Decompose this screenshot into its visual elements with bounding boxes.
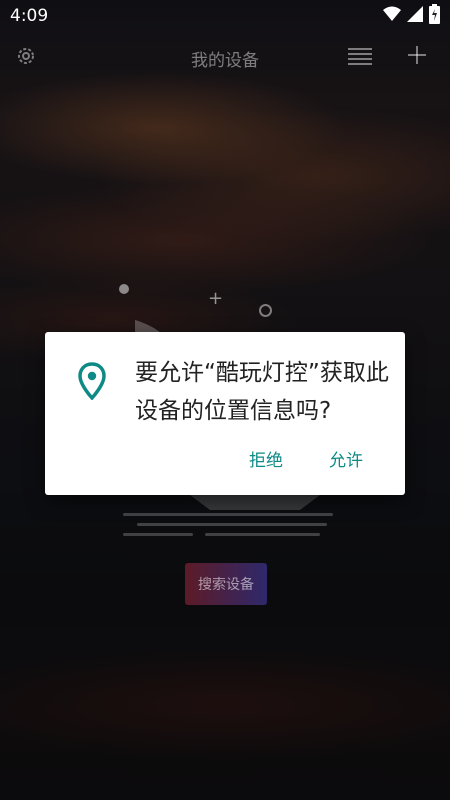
decor-line — [123, 513, 333, 516]
search-devices-button[interactable]: 搜索设备 — [185, 563, 267, 605]
page-title: 我的设备 — [191, 51, 259, 71]
decor-line — [205, 533, 320, 536]
location-pin-icon — [78, 362, 106, 404]
decor-dot — [119, 284, 129, 294]
location-permission-dialog: 要允许“酷玩灯控”获取此设备的位置信息吗? 拒绝 允许 — [45, 332, 405, 495]
battery-charging-icon — [429, 4, 440, 28]
decor-line — [137, 523, 327, 526]
decor-ring — [259, 304, 272, 317]
status-time: 4:09 — [10, 6, 49, 26]
deny-button[interactable]: 拒绝 — [249, 446, 283, 471]
dialog-message: 要允许“酷玩灯控”获取此设备的位置信息吗? — [135, 360, 389, 424]
add-icon[interactable] — [406, 44, 428, 70]
allow-button[interactable]: 允许 — [329, 446, 363, 471]
app-header: 我的设备 — [0, 34, 450, 78]
decor-line — [123, 533, 193, 536]
decor-plus-icon: + — [208, 288, 224, 309]
status-bar: 4:09 — [0, 0, 450, 34]
list-icon[interactable] — [348, 46, 372, 70]
wifi-icon — [383, 6, 401, 26]
signal-icon — [407, 6, 423, 26]
